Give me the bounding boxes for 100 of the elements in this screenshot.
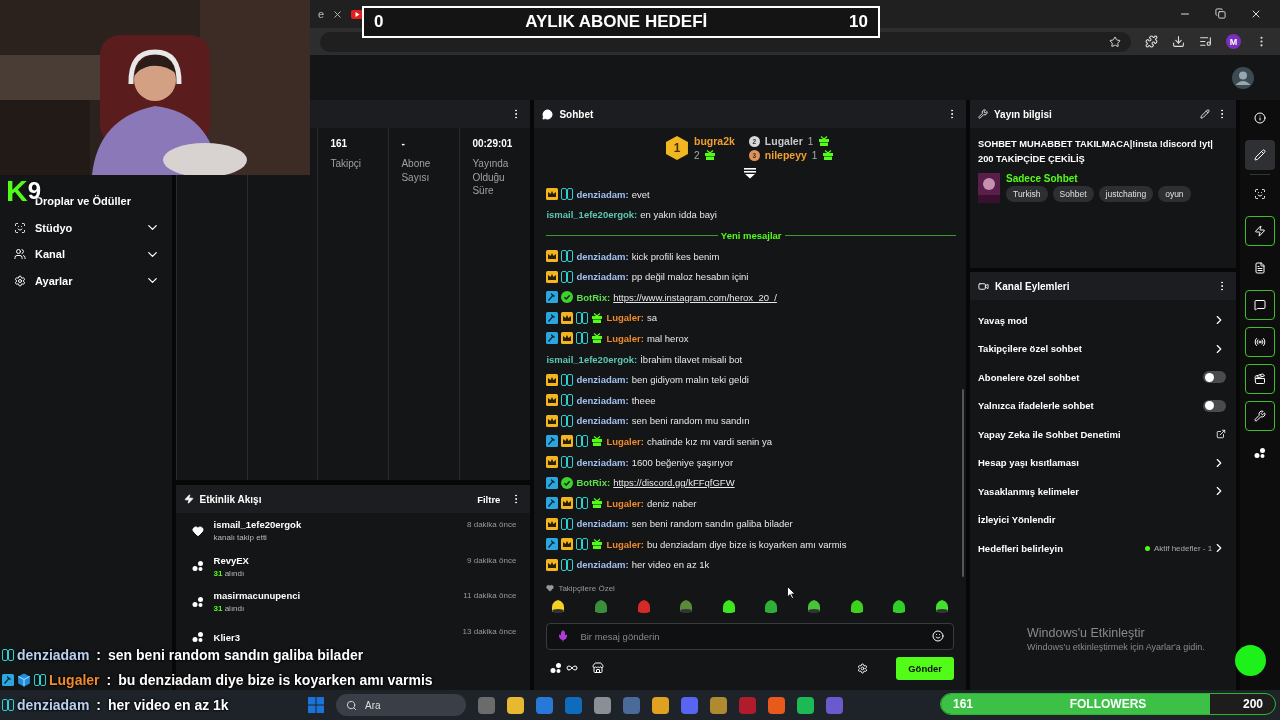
stream-title: 200 TAKİPÇİDE ÇEKİLİŞ bbox=[978, 153, 1086, 167]
sidebar-tool-button[interactable] bbox=[1245, 364, 1276, 394]
panel-title: Yayın bilgisi bbox=[994, 108, 1052, 120]
restore-icon[interactable] bbox=[1215, 8, 1226, 19]
tag-icon bbox=[561, 517, 574, 530]
app-icon[interactable] bbox=[507, 696, 524, 714]
app-icon[interactable] bbox=[652, 696, 669, 714]
chat-username[interactable]: denziadam: bbox=[576, 374, 629, 386]
tag[interactable]: justchating bbox=[1098, 186, 1154, 203]
leader-name[interactable]: nilepeyy bbox=[764, 149, 807, 161]
chat-username[interactable]: denziadam: bbox=[576, 559, 629, 571]
tab-title[interactable]: e bbox=[318, 8, 325, 20]
emote-icon[interactable] bbox=[550, 598, 567, 614]
download-icon[interactable] bbox=[1172, 35, 1185, 48]
leader-name[interactable]: bugra2k bbox=[693, 135, 735, 147]
action-label[interactable]: Yasaklanmış kelimeler bbox=[978, 485, 1079, 497]
emote-icon[interactable] bbox=[720, 598, 737, 614]
emote-icon[interactable] bbox=[933, 598, 950, 614]
nav-link[interactable]: Stüdyo bbox=[35, 221, 73, 234]
action-label[interactable]: İzleyici Yönlendir bbox=[978, 514, 1056, 526]
avatar-icon[interactable] bbox=[1232, 66, 1254, 89]
chat-username[interactable]: ismail_1efe20ergok: bbox=[546, 209, 638, 221]
chat-username[interactable]: ismail_1efe20ergok: bbox=[546, 353, 638, 365]
chat-username[interactable]: denziadam: bbox=[576, 415, 629, 427]
tag[interactable]: Turkish bbox=[1006, 186, 1048, 203]
smiley-icon[interactable] bbox=[932, 630, 944, 642]
feed-username[interactable]: ismail_1efe20ergok bbox=[213, 519, 302, 531]
app-icon[interactable] bbox=[768, 696, 785, 714]
sidebar-tool-button[interactable] bbox=[1245, 216, 1276, 246]
chat-username[interactable]: Lugaler: bbox=[606, 435, 644, 447]
chat-link[interactable]: https://www.instagram.com/herox_20_/ bbox=[613, 291, 777, 303]
app-icon[interactable] bbox=[710, 696, 727, 714]
action-label[interactable]: Yalnızca ifadelerle sohbet bbox=[978, 400, 1094, 412]
chat-username[interactable]: denziadam: bbox=[576, 394, 629, 406]
action-label[interactable]: Abonelere özel sohbet bbox=[978, 371, 1080, 383]
tag[interactable]: Sohbet bbox=[1052, 186, 1094, 203]
chat-username[interactable]: denziadam: bbox=[576, 188, 629, 200]
app-icon[interactable] bbox=[594, 696, 611, 714]
settings-icon[interactable] bbox=[857, 662, 869, 674]
scrollbar[interactable] bbox=[962, 389, 964, 577]
category-link[interactable]: Sadece Sohbet bbox=[1006, 173, 1191, 185]
chat-username[interactable]: denziadam: bbox=[576, 518, 629, 530]
app-icon[interactable] bbox=[536, 696, 553, 714]
send-button[interactable]: Gönder bbox=[896, 656, 954, 680]
chat-input[interactable]: Bir mesaj gönderin bbox=[546, 623, 954, 650]
extensions-icon[interactable] bbox=[1145, 35, 1158, 48]
lightning-icon bbox=[183, 494, 194, 504]
action-label[interactable]: Takipçilere özel sohbet bbox=[978, 343, 1082, 355]
chat-username[interactable]: BotRix: bbox=[576, 291, 611, 303]
feed-username[interactable]: masirmacunupenci bbox=[213, 590, 301, 602]
profile-avatar[interactable]: M bbox=[1226, 34, 1241, 49]
chat-username[interactable]: denziadam: bbox=[576, 271, 629, 283]
gift-count: 1 bbox=[811, 149, 818, 161]
close-icon[interactable] bbox=[1250, 8, 1262, 20]
tag-icon bbox=[34, 673, 46, 686]
pencil-icon[interactable] bbox=[1200, 109, 1211, 119]
action-label[interactable]: Yapay Zeka ile Sohbet Denetimi bbox=[978, 428, 1121, 440]
sidebar-tool-button[interactable] bbox=[1245, 140, 1276, 170]
sidebar-tool-button[interactable] bbox=[1245, 327, 1276, 357]
close-icon[interactable] bbox=[332, 8, 344, 20]
emote-icon[interactable] bbox=[891, 598, 908, 614]
collapse-icon[interactable] bbox=[744, 168, 757, 179]
nav-link[interactable]: Ayarlar bbox=[35, 274, 73, 287]
stat-value: 161 bbox=[330, 138, 349, 149]
chat-username[interactable]: BotRix: bbox=[576, 477, 611, 489]
chat-username[interactable]: Lugaler: bbox=[606, 538, 644, 550]
chat-username[interactable]: Lugaler: bbox=[606, 332, 644, 344]
search-field[interactable]: Ara bbox=[336, 694, 466, 716]
feed-detail: kanalı takip etti bbox=[213, 533, 268, 543]
chat-username[interactable]: Lugaler: bbox=[606, 312, 644, 324]
filter-button[interactable]: Filtre bbox=[473, 491, 505, 507]
toggle-switch[interactable] bbox=[1203, 371, 1227, 384]
toggle-switch[interactable] bbox=[1203, 399, 1227, 412]
app-icon[interactable] bbox=[797, 696, 814, 714]
sidebar-tool-button[interactable] bbox=[1245, 290, 1276, 320]
emote-icon[interactable] bbox=[848, 598, 865, 614]
action-label[interactable]: Hesap yaşı kısıtlaması bbox=[978, 457, 1079, 469]
chat-username[interactable]: denziadam: bbox=[576, 250, 629, 262]
star-icon[interactable] bbox=[1109, 35, 1121, 48]
feed-username[interactable]: Klier3 bbox=[213, 631, 240, 643]
external-link-icon[interactable] bbox=[1216, 429, 1227, 440]
leader-name[interactable]: Lugaler bbox=[764, 135, 803, 147]
stat-label: Takipçi bbox=[330, 157, 363, 171]
tag[interactable]: oyun bbox=[1158, 186, 1191, 203]
action-label[interactable]: Hedefleri belirleyin bbox=[978, 542, 1063, 554]
gift-icon bbox=[591, 311, 604, 324]
chat-username[interactable]: Lugaler: bbox=[606, 497, 644, 509]
chat-username[interactable]: denziadam: bbox=[576, 456, 629, 468]
emote-icon[interactable] bbox=[763, 598, 780, 614]
media-icon[interactable] bbox=[1199, 35, 1212, 48]
store-icon[interactable] bbox=[592, 662, 605, 674]
action-label[interactable]: Yavaş mod bbox=[978, 314, 1028, 326]
nav-link[interactable]: Kanal bbox=[35, 248, 65, 261]
feed-username[interactable]: RevyEX bbox=[213, 554, 249, 566]
gift-icon bbox=[703, 149, 716, 161]
sidebar-tool-button[interactable] bbox=[1245, 401, 1276, 431]
heart-icon bbox=[191, 524, 204, 537]
microphone-icon[interactable] bbox=[557, 630, 570, 642]
chat-link[interactable]: https://discord.gg/kFFqfGFW bbox=[613, 477, 735, 489]
emote-icon[interactable] bbox=[806, 598, 823, 614]
